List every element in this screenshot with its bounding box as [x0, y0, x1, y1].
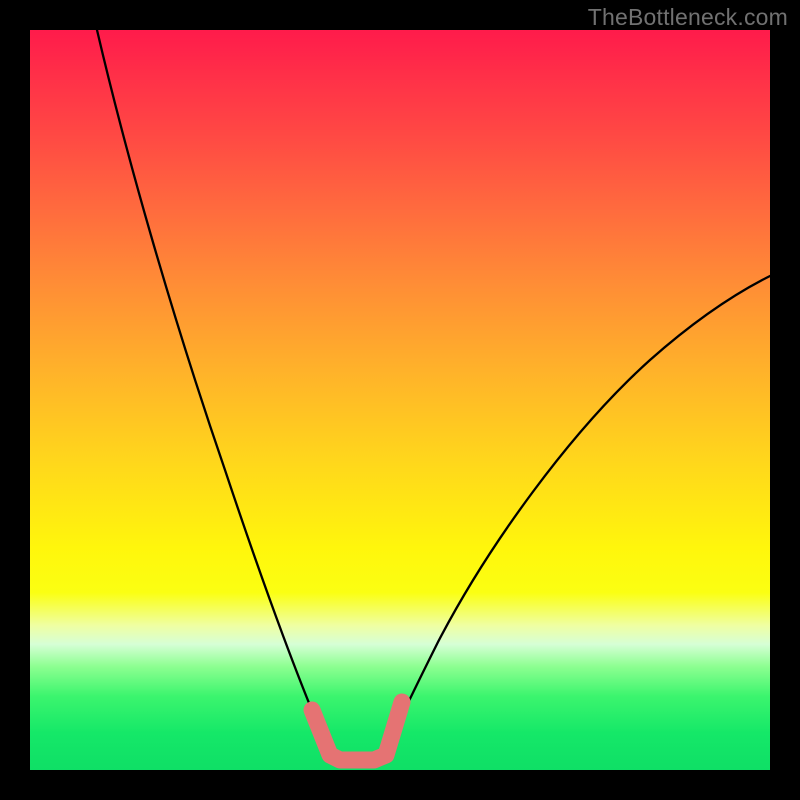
- valley-highlight: [312, 702, 402, 760]
- left-branch-curve: [97, 30, 334, 760]
- watermark-text: TheBottleneck.com: [588, 4, 788, 31]
- plot-area: [30, 30, 770, 770]
- right-branch-curve: [382, 276, 770, 760]
- chart-frame: TheBottleneck.com: [0, 0, 800, 800]
- curves-svg: [30, 30, 770, 770]
